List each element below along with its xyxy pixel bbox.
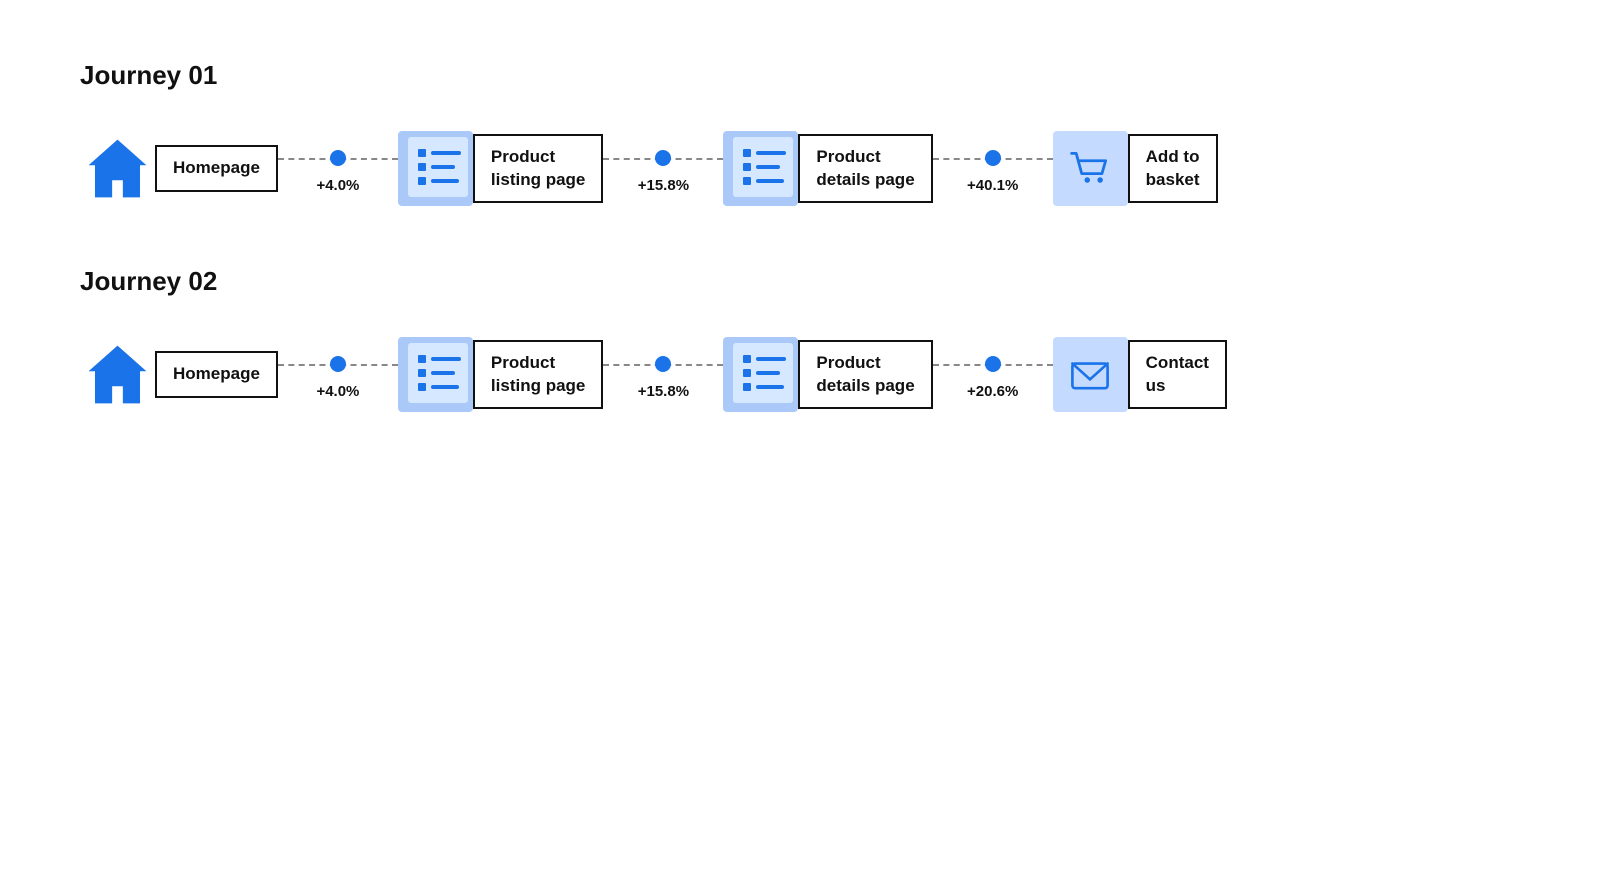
connector-percent: +4.0% [316,383,359,400]
node-icon-contact-us [1053,337,1128,412]
journey-title-2: Journey 02 [80,266,1521,297]
connector-dot [655,150,671,166]
home-icon [80,337,155,412]
node-icon-product-listing-2 [398,337,473,412]
node-icon-product-details-2 [723,337,798,412]
connector-line [278,349,398,379]
connector-percent: +15.8% [638,177,689,194]
node-contact-us: Contact us [1053,337,1227,412]
node-label-product-listing-1: Product listing page [473,134,603,202]
connector-dot [655,356,671,372]
connector-dot [985,150,1001,166]
connector-conn-2-2: +15.8% [603,349,723,400]
home-icon [80,131,155,206]
journey-section-1: Journey 01 Homepage +4.0% Product listin… [80,60,1521,206]
node-product-listing-1: Product listing page [398,131,603,206]
node-product-details-2: Product details page [723,337,932,412]
node-label-product-details-1: Product details page [798,134,932,202]
connector-percent: +15.8% [638,383,689,400]
journey-section-2: Journey 02 Homepage +4.0% Product listin… [80,266,1521,412]
connector-percent: +4.0% [316,177,359,194]
node-icon-product-listing-1 [398,131,473,206]
connector-conn-1-1: +4.0% [278,143,398,194]
journey-flow-2: Homepage +4.0% Product listing page +15.… [80,337,1521,412]
cart-icon [1053,131,1128,206]
connector-dot [985,356,1001,372]
page-icon [398,131,473,206]
connector-percent: +20.6% [967,383,1018,400]
connector-conn-2-3: +20.6% [933,349,1053,400]
connector-conn-1-2: +15.8% [603,143,723,194]
connector-line [933,349,1053,379]
connector-line [603,349,723,379]
node-icon-homepage-1 [80,131,155,206]
connector-line [933,143,1053,173]
node-homepage-1: Homepage [80,131,278,206]
node-label-homepage-2: Homepage [155,351,278,397]
node-homepage-2: Homepage [80,337,278,412]
node-label-product-details-2: Product details page [798,340,932,408]
node-icon-homepage-2 [80,337,155,412]
node-label-add-to-basket: Add to basket [1128,134,1218,202]
node-add-to-basket: Add to basket [1053,131,1218,206]
node-icon-add-to-basket [1053,131,1128,206]
connector-line [278,143,398,173]
envelope-icon [1053,337,1128,412]
node-label-homepage-1: Homepage [155,145,278,191]
connector-conn-2-1: +4.0% [278,349,398,400]
connector-percent: +40.1% [967,177,1018,194]
page-icon [723,131,798,206]
node-label-contact-us: Contact us [1128,340,1227,408]
connector-conn-1-3: +40.1% [933,143,1053,194]
node-icon-product-details-1 [723,131,798,206]
node-product-details-1: Product details page [723,131,932,206]
connector-line [603,143,723,173]
connector-dot [330,356,346,372]
journey-title-1: Journey 01 [80,60,1521,91]
page-icon [398,337,473,412]
connector-dot [330,150,346,166]
page-icon [723,337,798,412]
node-product-listing-2: Product listing page [398,337,603,412]
node-label-product-listing-2: Product listing page [473,340,603,408]
journey-flow-1: Homepage +4.0% Product listing page +15.… [80,131,1521,206]
